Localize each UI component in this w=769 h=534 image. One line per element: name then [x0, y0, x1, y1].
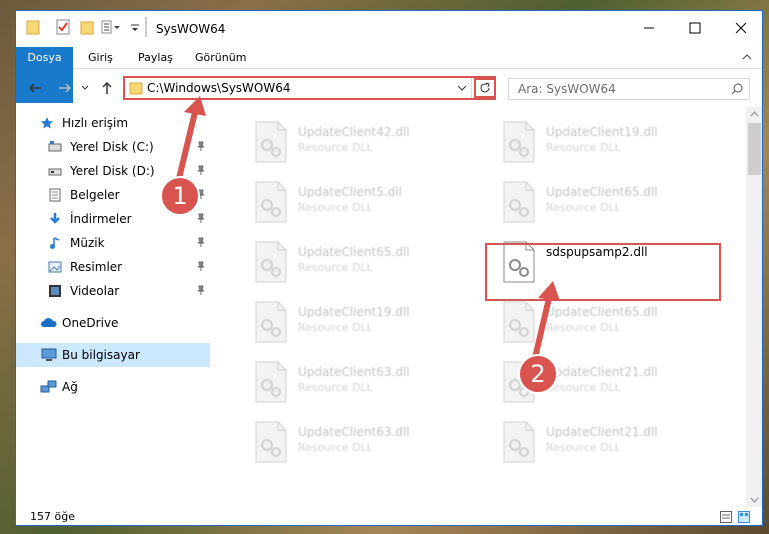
- step-badge-2: 2: [518, 354, 558, 394]
- step-badge-1: 1: [160, 176, 200, 216]
- annotation-arrows: [172, 96, 560, 363]
